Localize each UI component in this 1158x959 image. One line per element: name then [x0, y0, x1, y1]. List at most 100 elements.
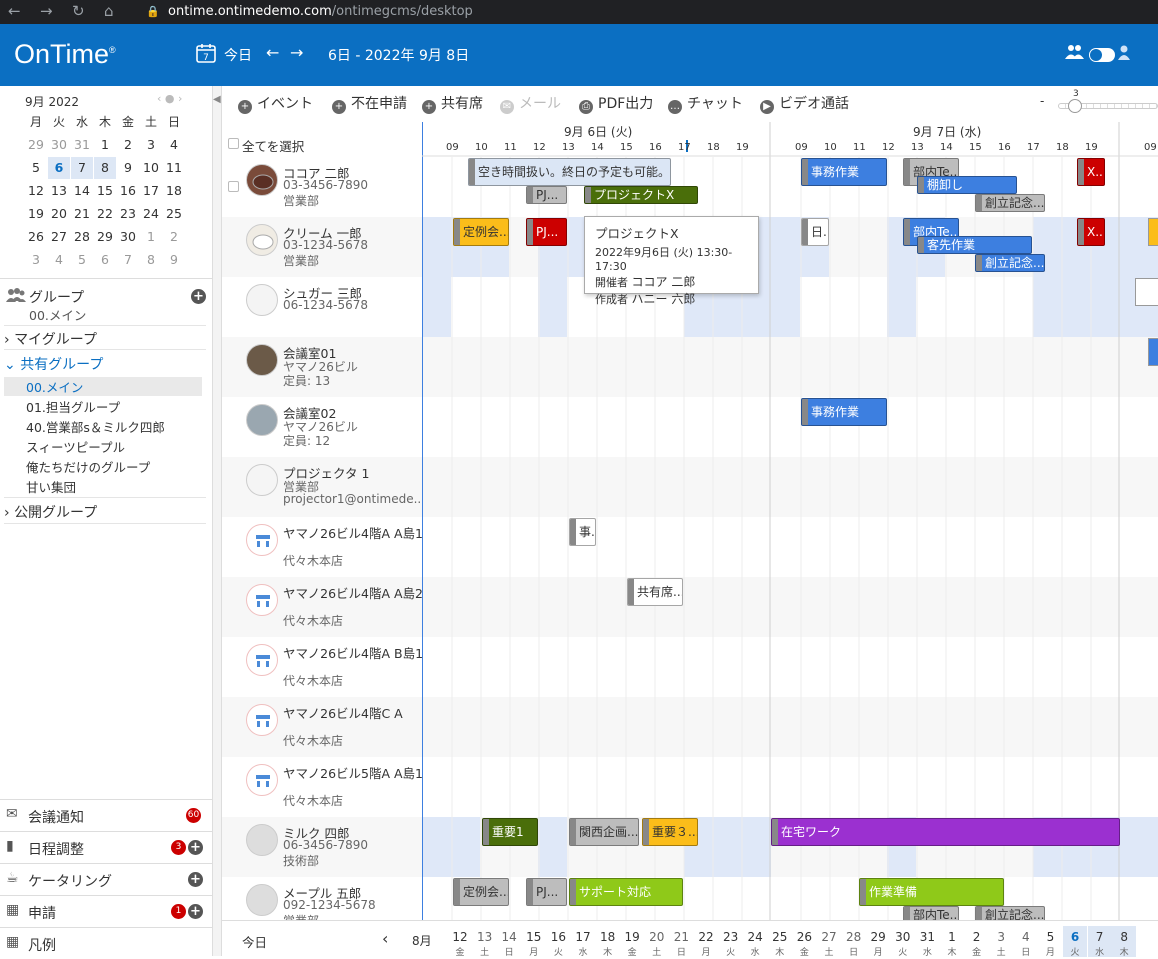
date-strip-day[interactable]: 15: [522, 930, 546, 944]
calendar-day[interactable]: 4: [48, 249, 70, 271]
mini-calendar-nav[interactable]: ‹ ● ›: [157, 92, 182, 105]
calendar-day[interactable]: 19: [25, 203, 47, 225]
calendar-day[interactable]: 2: [117, 134, 139, 156]
calendar-event[interactable]: プロジェクトX: [584, 186, 698, 204]
calendar-day[interactable]: 23: [117, 203, 139, 225]
calendar-day[interactable]: 8: [140, 249, 162, 271]
calendar-day[interactable]: 9: [163, 249, 185, 271]
date-strip-day[interactable]: 18: [596, 930, 620, 944]
date-strip-day[interactable]: 13: [473, 930, 497, 944]
calendar-day[interactable]: 30: [48, 134, 70, 156]
calendar-day[interactable]: 20: [48, 203, 70, 225]
group-item[interactable]: 00.メイン: [4, 377, 202, 396]
date-strip-day[interactable]: 24: [743, 930, 767, 944]
date-strip-day[interactable]: 20: [645, 930, 669, 944]
calendar-event[interactable]: 創立記念...: [975, 906, 1045, 920]
menu-item-3[interactable]: ▦ 申請 1 +: [0, 895, 213, 927]
calendar-day[interactable]: 5: [25, 157, 47, 179]
calendar-day[interactable]: 18: [163, 180, 185, 202]
forward-icon[interactable]: →: [40, 2, 53, 20]
event-fragment[interactable]: [1148, 338, 1158, 366]
shared-seat-button[interactable]: + 共有席: [422, 93, 483, 114]
date-strip-day[interactable]: 7: [1088, 930, 1112, 944]
shared-groups-toggle[interactable]: ⌄ 共有グループ: [4, 354, 103, 374]
calendar-day[interactable]: 9: [117, 157, 139, 179]
date-strip-day[interactable]: 27: [817, 930, 841, 944]
calendar-event[interactable]: サポート対応: [569, 878, 683, 906]
resource-row[interactable]: クリーム 一郎 03-1234-5678 営業部: [222, 217, 422, 277]
calendar-day[interactable]: 29: [25, 134, 47, 156]
home-icon[interactable]: ⌂: [104, 2, 114, 20]
select-all-checkbox[interactable]: [228, 138, 239, 149]
reload-icon[interactable]: ↻: [72, 2, 85, 20]
calendar-event[interactable]: 事務作業: [801, 398, 887, 426]
calendar-event[interactable]: 事...: [569, 518, 596, 546]
mail-button[interactable]: ✉ メール: [500, 93, 561, 114]
calendar-day[interactable]: 17: [140, 180, 162, 202]
calendar-day[interactable]: 12: [25, 180, 47, 202]
next-arrow-icon[interactable]: →: [290, 43, 303, 62]
calendar-day[interactable]: 15: [94, 180, 116, 202]
resource-row[interactable]: ヤマノ26ビル5階A A島1 代々木本店: [222, 757, 422, 817]
calendar-event[interactable]: 在宅ワーク: [771, 818, 1120, 846]
calendar-day[interactable]: 6: [94, 249, 116, 271]
calendar-event[interactable]: 空き時間扱い。終日の予定も可能。: [468, 158, 671, 186]
resource-row[interactable]: メープル 五郎092-1234-5678営業部: [222, 877, 422, 920]
date-strip-day[interactable]: 3: [989, 930, 1013, 944]
date-strip-day[interactable]: 21: [669, 930, 693, 944]
calendar-event[interactable]: 部内Te...: [903, 906, 959, 920]
calendar-day[interactable]: 3: [140, 134, 162, 156]
calendar-event[interactable]: 創立記念...: [975, 194, 1045, 212]
resource-row[interactable]: ヤマノ26ビル4階A A島2 代々木本店: [222, 577, 422, 637]
date-strip-day[interactable]: 5: [1038, 930, 1062, 944]
resource-row[interactable]: ヤマノ26ビル4階A A島1 代々木本店: [222, 517, 422, 577]
resource-row[interactable]: プロジェクタ 1 営業部 projector1@ontimede...: [222, 457, 422, 517]
calendar-day[interactable]: 10: [140, 157, 162, 179]
date-strip-day[interactable]: 28: [842, 930, 866, 944]
calendar-day[interactable]: 6: [48, 157, 70, 179]
calendar-day[interactable]: 30: [117, 226, 139, 248]
date-strip-day[interactable]: 4: [1014, 930, 1038, 944]
calendar-day[interactable]: 11: [163, 157, 185, 179]
chat-button[interactable]: … チャット: [668, 93, 743, 114]
today-button[interactable]: 今日: [224, 45, 252, 65]
calendar-event[interactable]: 客先作業: [917, 236, 1032, 254]
date-strip-day[interactable]: 1: [940, 930, 964, 944]
calendar-event[interactable]: 関西企画...: [569, 818, 639, 846]
calendar-event[interactable]: X...: [1077, 218, 1105, 246]
calendar-day[interactable]: 3: [25, 249, 47, 271]
calendar-day[interactable]: 1: [94, 134, 116, 156]
calendar-day[interactable]: 4: [163, 134, 185, 156]
calendar-day[interactable]: 28: [71, 226, 93, 248]
group-item[interactable]: 40.営業部s＆ミルク四郎: [26, 417, 165, 436]
calendar-event[interactable]: 重要1: [482, 818, 538, 846]
resource-row[interactable]: ヤマノ26ビル4階C A 代々木本店: [222, 697, 422, 757]
add-icon[interactable]: +: [188, 872, 203, 887]
calendar-event[interactable]: 棚卸し: [917, 176, 1017, 194]
calendar-day[interactable]: 7: [71, 157, 93, 179]
calendar-day[interactable]: 24: [140, 203, 162, 225]
footer-today-button[interactable]: 今日: [242, 932, 267, 951]
calendar-day[interactable]: 14: [71, 180, 93, 202]
event-fragment[interactable]: [1135, 278, 1158, 306]
calendar-event[interactable]: 定例会...: [453, 218, 509, 246]
date-strip-day[interactable]: 30: [891, 930, 915, 944]
prev-arrow-icon[interactable]: ←: [266, 43, 279, 62]
address-bar[interactable]: ontime.ontimedemo.com/ontimegcms/desktop: [168, 4, 473, 19]
date-strip-day[interactable]: 19: [620, 930, 644, 944]
calendar-day[interactable]: 1: [140, 226, 162, 248]
calendar-event[interactable]: 重要３...: [642, 818, 698, 846]
group-item[interactable]: スィーツピープル: [26, 437, 125, 456]
calendar-day[interactable]: 26: [25, 226, 47, 248]
resource-row[interactable]: シュガー 三郎 06-1234-5678: [222, 277, 422, 337]
zoom-slider-handle[interactable]: [1068, 99, 1082, 113]
calendar-event[interactable]: 創立記念...: [975, 254, 1045, 272]
calendar-day[interactable]: 31: [71, 134, 93, 156]
calendar-day[interactable]: 29: [94, 226, 116, 248]
absence-request-button[interactable]: + 不在申請: [332, 93, 407, 114]
add-group-icon[interactable]: +: [191, 289, 206, 304]
calendar-day[interactable]: 27: [48, 226, 70, 248]
date-strip-day[interactable]: 8: [1112, 930, 1136, 944]
calendar-event[interactable]: X...: [1077, 158, 1105, 186]
group-item[interactable]: 俺たちだけのグループ: [26, 457, 150, 476]
